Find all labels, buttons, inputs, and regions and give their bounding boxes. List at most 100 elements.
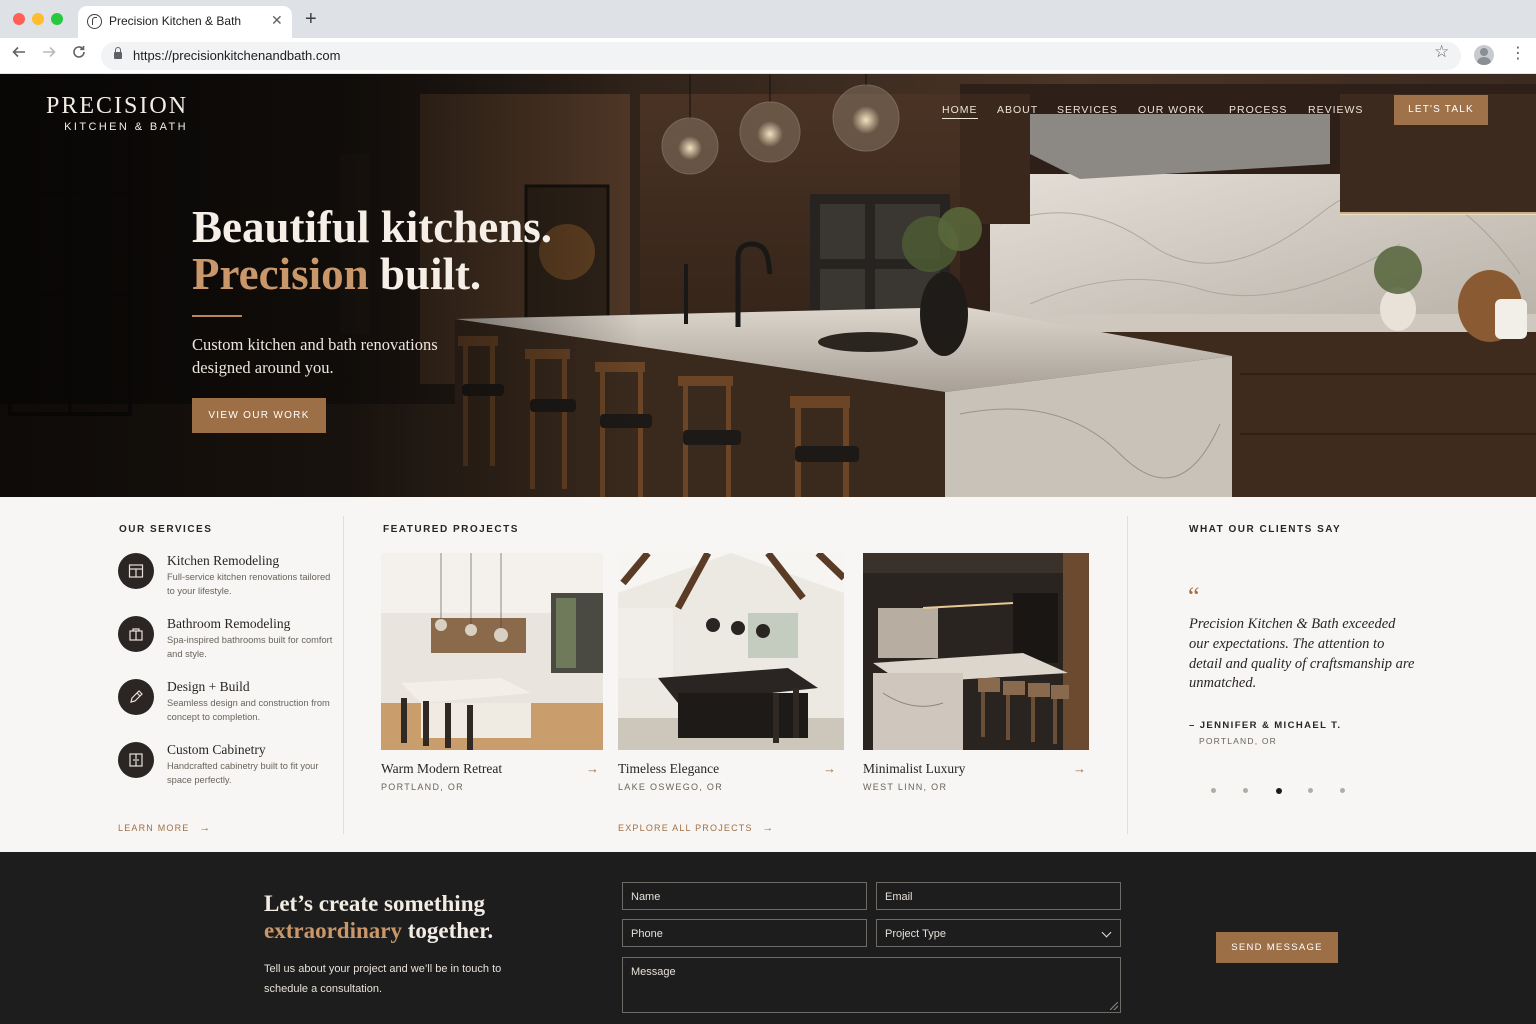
column-divider <box>343 516 344 834</box>
phone-field[interactable]: Phone <box>622 919 867 947</box>
pencil-icon <box>118 679 154 715</box>
address-bar[interactable]: https://precisionkitchenandbath.com <box>101 42 1461 70</box>
name-field[interactable]: Name <box>622 882 867 910</box>
menu-icon[interactable]: ⋮ <box>1510 44 1526 64</box>
chevron-down-icon <box>1101 927 1112 938</box>
message-field[interactable]: Message <box>622 957 1121 1013</box>
hero-divider <box>192 315 242 317</box>
nav-reviews[interactable]: REVIEWS <box>1308 104 1363 116</box>
learn-more-link[interactable]: LEARN MORE → <box>118 822 211 834</box>
arrow-right-icon: → <box>199 822 212 834</box>
project-title: Minimalist Luxury <box>863 761 966 776</box>
close-icon[interactable]: ✕ <box>271 12 283 28</box>
bathroom-icon <box>118 616 154 652</box>
lets-talk-button[interactable]: LET'S TALK <box>1394 95 1488 125</box>
view-our-work-button[interactable]: VIEW OUR WORK <box>192 398 326 433</box>
kitchen-icon <box>118 553 154 589</box>
maximize-window-button[interactable] <box>51 13 63 25</box>
contact-heading-line1: Let’s create something <box>264 891 485 916</box>
hero-section: PRECISION KITCHEN & BATH HOME ABOUT SERV… <box>0 74 1536 497</box>
testimonials-heading: WHAT OUR CLIENTS SAY <box>1189 524 1342 535</box>
browser-chrome: Precision Kitchen & Bath ✕ + https://pre… <box>0 0 1536 74</box>
phone-placeholder: Phone <box>631 928 663 940</box>
carousel-dot[interactable] <box>1340 788 1346 793</box>
project-title: Warm Modern Retreat <box>381 761 503 776</box>
quote-icon: “ <box>1188 582 1200 611</box>
service-title: Bathroom Remodeling <box>167 616 291 631</box>
favicon-icon <box>87 14 102 29</box>
arrow-right-icon[interactable]: → <box>586 761 599 776</box>
nav-home[interactable]: HOME <box>942 104 978 119</box>
project-location: LAKE OSWEGO, OR <box>618 782 724 792</box>
logo-name: PRECISION <box>46 93 189 119</box>
star-icon[interactable]: ☆ <box>1434 43 1449 61</box>
middle-section: OUR SERVICES Kitchen Remodeling Full-ser… <box>0 497 1536 852</box>
testimonial-author: – JENNIFER & MICHAEL T. <box>1189 720 1342 731</box>
contact-heading-rest: together. <box>401 918 494 943</box>
logo-tagline: KITCHEN & BATH <box>64 121 189 133</box>
forward-icon[interactable] <box>42 44 56 66</box>
service-desc: Full-service kitchen renovations tailore… <box>167 572 331 596</box>
testimonial-location: PORTLAND, OR <box>1199 736 1278 746</box>
brand-logo[interactable]: PRECISION KITCHEN & BATH <box>46 93 188 133</box>
project-image[interactable] <box>381 553 603 750</box>
project-image[interactable] <box>618 553 844 750</box>
arrow-right-icon: → <box>762 822 775 834</box>
message-placeholder: Message <box>631 966 676 978</box>
arrow-right-icon[interactable]: → <box>1073 761 1086 776</box>
column-divider <box>1127 516 1128 834</box>
service-desc: Spa-inspired bathrooms built for comfort… <box>167 635 333 659</box>
hero-line2: built. <box>368 249 482 299</box>
nav-our-work[interactable]: OUR WORK <box>1138 104 1205 116</box>
project-location: PORTLAND, OR <box>381 782 464 792</box>
hero-heading: Beautiful kitchens. Precision built. <box>192 204 552 298</box>
service-title: Kitchen Remodeling <box>167 553 280 568</box>
contact-heading: Let’s create something extraordinary tog… <box>264 890 493 944</box>
minimize-window-button[interactable] <box>32 13 44 25</box>
new-tab-button[interactable]: + <box>305 9 317 29</box>
carousel-dot[interactable] <box>1211 788 1216 793</box>
profile-icon[interactable] <box>1474 45 1494 65</box>
project-title: Timeless Elegance <box>618 761 720 776</box>
tab-title: Precision Kitchen & Bath <box>109 14 242 28</box>
url-text[interactable]: https://precisionkitchenandbath.com <box>133 48 340 63</box>
service-desc: Handcrafted cabinetry built to fit your … <box>167 761 319 785</box>
hero-accent: Precision <box>192 249 369 299</box>
nav-process[interactable]: PROCESS <box>1229 104 1287 116</box>
hero-line1: Beautiful kitchens. <box>192 202 553 252</box>
browser-toolbar: https://precisionkitchenandbath.com ☆ ⋮ <box>0 38 1536 74</box>
service-title: Design + Build <box>167 679 250 694</box>
nav-services[interactable]: SERVICES <box>1057 104 1118 116</box>
learn-more-label: LEARN MORE <box>118 823 190 833</box>
carousel-dot[interactable] <box>1307 788 1313 793</box>
carousel-dot[interactable] <box>1275 787 1282 794</box>
resize-handle-icon[interactable] <box>1110 1002 1118 1010</box>
project-type-value: Project Type <box>885 928 946 940</box>
explore-projects-link[interactable]: EXPLORE ALL PROJECTS → <box>618 822 775 834</box>
contact-text: Tell us about your project and we’ll be … <box>264 963 502 995</box>
name-placeholder: Name <box>631 891 661 903</box>
back-icon[interactable] <box>12 44 26 66</box>
projects-heading: FEATURED PROJECTS <box>383 524 519 535</box>
contact-section: Let’s create something extraordinary tog… <box>0 852 1536 1024</box>
services-heading: OUR SERVICES <box>119 524 213 535</box>
send-message-button[interactable]: SEND MESSAGE <box>1216 932 1338 963</box>
browser-tab[interactable]: Precision Kitchen & Bath ✕ <box>78 6 292 38</box>
service-desc: Seamless design and construction from co… <box>167 698 330 722</box>
testimonial-quote: Precision Kitchen & Bath exceeded our ex… <box>1189 616 1415 692</box>
reload-icon[interactable] <box>72 44 86 66</box>
email-field[interactable]: Email <box>876 882 1121 910</box>
explore-projects-label: EXPLORE ALL PROJECTS <box>618 823 753 833</box>
email-placeholder: Email <box>885 891 913 903</box>
tab-strip: Precision Kitchen & Bath ✕ + <box>0 0 1536 38</box>
carousel-dot[interactable] <box>1243 788 1249 793</box>
project-image[interactable] <box>863 553 1089 750</box>
hero-subtitle: Custom kitchen and bath renovations desi… <box>192 335 438 377</box>
close-window-button[interactable] <box>13 13 25 25</box>
nav-about[interactable]: ABOUT <box>997 104 1038 116</box>
project-location: WEST LINN, OR <box>863 782 948 792</box>
project-type-select[interactable]: Project Type <box>876 919 1121 947</box>
arrow-right-icon[interactable]: → <box>823 761 836 776</box>
lock-icon <box>114 47 122 59</box>
cabinet-icon <box>118 742 154 778</box>
